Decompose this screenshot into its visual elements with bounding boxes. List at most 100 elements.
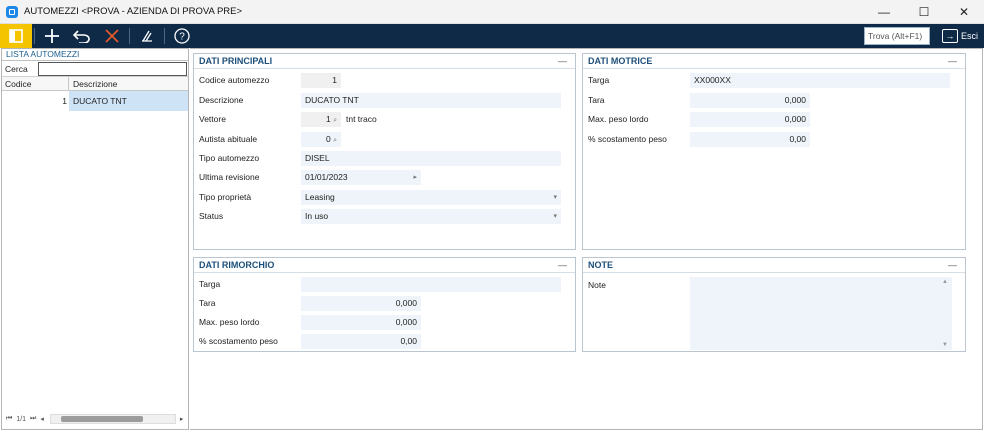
collapse-icon[interactable]: — [558, 258, 567, 273]
horizontal-scrollbar[interactable] [49, 414, 176, 424]
field-tractor-deviation: % scostamento peso 0,00 [583, 131, 965, 147]
field-trailer-weight: Max. peso lordo 0,000 [194, 314, 575, 330]
tractor-plate-label: Targa [588, 75, 610, 85]
list-search: Cerca [2, 61, 188, 77]
chevron-right-icon[interactable]: ▸ [413, 170, 417, 185]
delete-button[interactable] [97, 24, 127, 48]
svg-text:?: ? [179, 32, 185, 43]
trailer-data-title-text: DATI RIMORCHIO [199, 260, 275, 270]
trailer-deviation-label: % scostamento peso [199, 336, 278, 346]
trailer-weight-input[interactable]: 0,000 [301, 314, 421, 330]
field-tractor-plate: Targa XX000XX [583, 72, 965, 88]
tractor-data-title-text: DATI MOTRICE [588, 56, 653, 66]
maximize-button[interactable]: ☐ [904, 0, 944, 24]
scroll-down-icon[interactable]: ▼ [942, 342, 948, 348]
vehicle-type-input[interactable]: DISEL [301, 150, 561, 166]
collapse-icon[interactable]: — [558, 54, 567, 69]
tractor-data-panel: DATI MOTRICE — Targa XX000XX Tara 0,000 … [582, 53, 966, 250]
scroll-right-icon[interactable]: ▸ [180, 415, 184, 423]
tractor-tare-label: Tara [588, 95, 605, 105]
search-input[interactable]: Trova (Alt+F1) [864, 27, 930, 45]
exit-button[interactable]: → Esci [941, 27, 978, 45]
sign-button[interactable] [132, 24, 162, 48]
row-description: DUCATO TNT [69, 91, 188, 111]
last-revision-input[interactable]: 01/01/2023 ▸ [301, 169, 421, 185]
trailer-data-title: DATI RIMORCHIO — [194, 258, 575, 273]
tractor-weight-label: Max. peso lordo [588, 114, 649, 124]
title-bar: AUTOMEZZI <PROVA - AZIENDA DI PROVA PRE>… [0, 0, 984, 24]
chevron-down-icon[interactable]: ▾ [553, 190, 557, 205]
tractor-weight-input[interactable]: 0,000 [690, 111, 810, 127]
table-row[interactable]: 1 DUCATO TNT [2, 91, 188, 111]
trailer-tare-input[interactable]: 0,000 [301, 295, 421, 311]
delete-icon [105, 29, 119, 43]
app-logo-icon [6, 5, 18, 18]
main-data-panel: DATI PRINCIPALI — Codice automezzo 1 Des… [193, 53, 576, 250]
collapse-icon[interactable]: — [948, 258, 957, 273]
toggle-panel-button[interactable] [0, 24, 32, 48]
scroll-left-icon[interactable]: ◂ [40, 415, 44, 423]
field-tractor-weight: Max. peso lordo 0,000 [583, 111, 965, 127]
carrier-value: 1 [325, 113, 331, 124]
add-button[interactable] [37, 24, 67, 48]
field-vehicle-type: Tipo automezzo DISEL [194, 150, 575, 166]
last-revision-value: 01/01/2023 [305, 171, 348, 182]
driver-label: Autista abituale [199, 134, 258, 144]
scrollbar-thumb[interactable] [60, 416, 143, 422]
main-data-title-text: DATI PRINCIPALI [199, 56, 273, 66]
trailer-tare-label: Tara [199, 298, 216, 308]
vehicle-type-label: Tipo automezzo [199, 153, 260, 163]
description-label: Descrizione [199, 95, 244, 105]
carrier-name: tnt traco [346, 114, 377, 124]
exit-label: Esci [960, 31, 978, 41]
field-driver: Autista abituale 0 ⌕ [194, 131, 575, 147]
first-page-icon[interactable]: ⏮ [6, 415, 12, 423]
plus-icon [45, 29, 59, 43]
trailer-weight-label: Max. peso lordo [199, 317, 260, 327]
field-ownership: Tipo proprietà Leasing ▾ [194, 189, 575, 205]
tractor-data-title: DATI MOTRICE — [583, 54, 965, 69]
tractor-plate-input[interactable]: XX000XX [690, 72, 950, 88]
field-last-revision: Ultima revisione 01/01/2023 ▸ [194, 169, 575, 185]
tractor-tare-input[interactable]: 0,000 [690, 92, 810, 108]
field-tractor-tare: Tara 0,000 [583, 92, 965, 108]
field-trailer-plate: Targa [194, 276, 575, 292]
undo-button[interactable] [67, 24, 97, 48]
minimize-button[interactable]: — [864, 0, 904, 24]
notes-textarea[interactable]: ▲ ▼ [690, 277, 952, 350]
ownership-label: Tipo proprietà [199, 192, 252, 202]
ownership-value: Leasing [305, 191, 335, 202]
status-label: Status [199, 211, 224, 221]
ownership-select[interactable]: Leasing ▾ [301, 189, 561, 205]
last-page-icon[interactable]: ⏭ [30, 415, 36, 423]
code-label: Codice automezzo [199, 75, 270, 85]
column-header-description[interactable]: Descrizione [69, 77, 188, 90]
search-icon[interactable]: ⌕ [333, 137, 337, 144]
tractor-deviation-input[interactable]: 0,00 [690, 131, 810, 147]
list-footer: ⏮ 1/1 ⏭ ◂ ▸ [2, 413, 188, 425]
column-header-code[interactable]: Codice [2, 77, 69, 90]
search-icon[interactable]: ⌕ [333, 117, 337, 124]
notes-label: Note [588, 280, 606, 290]
notes-panel: NOTE — Note ▲ ▼ [582, 257, 966, 352]
toolbar-separator [129, 28, 130, 44]
field-carrier: Vettore 1 ⌕ tnt traco [194, 111, 575, 127]
field-status: Status In uso ▾ [194, 208, 575, 224]
list-title: LISTA AUTOMEZZI [2, 49, 188, 61]
help-button[interactable]: ? [167, 24, 197, 48]
status-select[interactable]: In uso ▾ [301, 208, 561, 224]
trailer-plate-input[interactable] [301, 276, 561, 292]
chevron-down-icon[interactable]: ▾ [553, 209, 557, 224]
toolbar-separator [164, 28, 165, 44]
driver-input[interactable]: 0 ⌕ [301, 131, 341, 147]
vehicle-list-panel: LISTA AUTOMEZZI Cerca Codice Descrizione… [1, 48, 189, 430]
close-window-button[interactable]: ✕ [944, 0, 984, 24]
scroll-up-icon[interactable]: ▲ [942, 279, 948, 285]
list-header: Codice Descrizione [2, 77, 188, 91]
collapse-icon[interactable]: — [948, 54, 957, 69]
list-search-input[interactable] [38, 61, 187, 76]
trailer-deviation-input[interactable]: 0,00 [301, 333, 421, 349]
carrier-input[interactable]: 1 ⌕ [301, 111, 341, 127]
description-input[interactable]: DUCATO TNT [301, 92, 561, 108]
exit-icon: → [941, 29, 958, 43]
